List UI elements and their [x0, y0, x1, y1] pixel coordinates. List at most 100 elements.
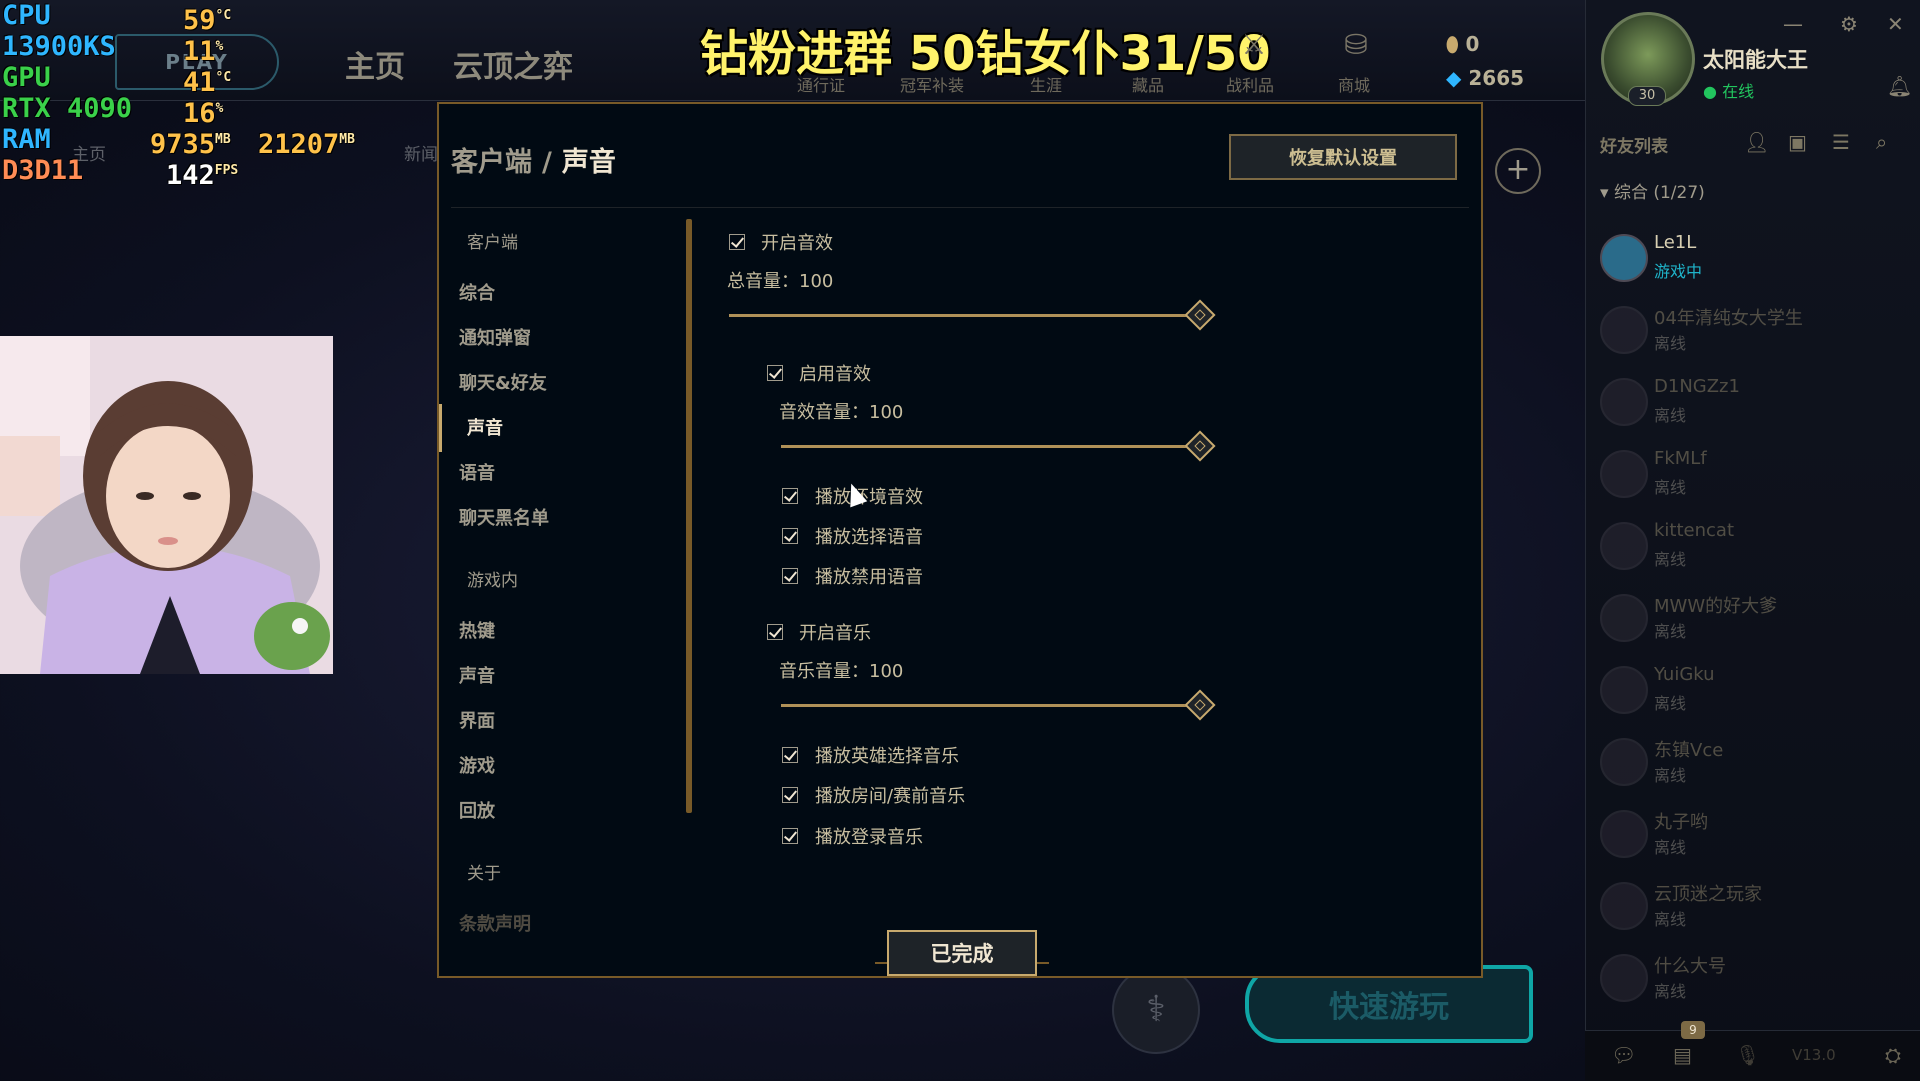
party-icon[interactable]: ⚕ [1112, 966, 1200, 1054]
hud-gpu-label: GPU [2, 62, 51, 93]
sfx-volume-slider[interactable] [781, 445, 1189, 448]
rp-balance: ⬮ 0 [1446, 32, 1480, 56]
friends-list-title: 好友列表 [1600, 137, 1668, 157]
summoner-name: 太阳能大王 [1703, 48, 1808, 72]
restore-defaults-button[interactable]: 恢复默认设置 [1229, 134, 1457, 180]
help-icon[interactable]: ⛭ [1885, 1043, 1901, 1067]
friend-name: D1NGZz1 [1654, 376, 1740, 397]
tab-collection[interactable]: 藏品 [1132, 72, 1164, 96]
nav-item-voice[interactable]: 语音 [459, 459, 495, 485]
tab-loot[interactable]: 战利品 [1226, 72, 1274, 96]
friend-status: 离线 [1654, 622, 1687, 641]
enable-music-label: 开启音乐 [799, 623, 871, 644]
ambient-sfx-checkbox[interactable] [782, 488, 798, 504]
ambient-sfx-label: 播放环境音效 [815, 487, 923, 508]
ban-voice-checkbox[interactable] [782, 568, 798, 584]
friend-avatar [1600, 378, 1648, 426]
nav-item-general[interactable]: 综合 [459, 279, 495, 305]
login-music-label: 播放登录音乐 [815, 827, 923, 848]
nav-section-client: 客户端 [467, 233, 518, 253]
friend-avatar [1600, 594, 1648, 642]
master-volume-thumb[interactable] [1184, 299, 1216, 331]
nav-item-interface[interactable]: 界面 [459, 707, 495, 733]
tab-champion-upgrade[interactable]: 冠军补装 [900, 72, 964, 96]
add-friend-icon[interactable]: 👤︎ [1744, 130, 1769, 154]
music-volume-thumb[interactable] [1184, 689, 1216, 721]
online-status[interactable]: ● 在线 [1703, 78, 1754, 102]
music-volume-slider[interactable] [781, 704, 1189, 707]
sfx-volume-thumb[interactable] [1184, 430, 1216, 462]
subnav-news[interactable]: 新闻 [404, 140, 438, 165]
enable-sfx-checkbox[interactable] [767, 365, 783, 381]
enable-sound-checkbox[interactable] [729, 234, 745, 250]
login-music-checkbox[interactable] [782, 828, 798, 844]
friend-avatar [1600, 882, 1648, 930]
list-view-icon[interactable]: ☰ [1832, 130, 1850, 154]
nav-item-block-list[interactable]: 聊天黑名单 [459, 504, 549, 530]
nav-item-replays[interactable]: 回放 [459, 797, 495, 823]
webcam-feed [0, 336, 333, 674]
friend-name: 04年清纯女大学生 [1654, 308, 1803, 329]
breadcrumb-parent[interactable]: 客户端 [451, 147, 532, 178]
friend-status: 离线 [1654, 766, 1687, 785]
breadcrumb: 客户端 / 声音 [451, 140, 616, 179]
nav-item-ingame-sound[interactable]: 声音 [459, 662, 495, 688]
friend-name: YuiGku [1654, 664, 1715, 685]
hud-api-label: D3D11 [2, 155, 84, 186]
friend-item[interactable]: YuiGku 离线 [1586, 652, 1920, 724]
friend-name: 东镇Vce [1654, 740, 1724, 761]
level-badge: 30 [1628, 86, 1666, 106]
nav-section-about: 关于 [467, 864, 501, 884]
search-icon[interactable]: ⌕ [1876, 130, 1887, 154]
friend-name: 什么大号 [1654, 956, 1726, 977]
master-volume-slider[interactable] [729, 314, 1189, 317]
hud-ram-total: 21207MB [258, 129, 355, 160]
nav-item-hotkeys[interactable]: 热键 [459, 617, 495, 643]
add-icon[interactable]: + [1495, 148, 1541, 194]
done-button[interactable]: 已完成 [887, 930, 1037, 976]
hud-gpu-model: RTX 4090 [2, 93, 133, 124]
friend-status: 离线 [1654, 478, 1687, 497]
nav-tft[interactable]: 云顶之弈 [453, 42, 573, 86]
friend-item[interactable]: 04年清纯女大学生 离线 [1586, 292, 1920, 364]
friend-avatar [1600, 234, 1648, 282]
friend-item[interactable]: 什么大号 离线 [1586, 940, 1920, 1012]
gear-icon[interactable]: ⚙ [1840, 12, 1858, 36]
nav-scroll-divider[interactable] [686, 219, 692, 813]
messages-icon[interactable]: ▤ [1673, 1043, 1692, 1067]
nav-item-terms[interactable]: 条款声明 [459, 910, 531, 936]
friend-item[interactable]: 云顶迷之玩家 离线 [1586, 868, 1920, 940]
nav-item-chat-friends[interactable]: 聊天&好友 [459, 369, 547, 395]
friend-name: Le1L [1654, 232, 1697, 253]
add-folder-icon[interactable]: ▣ [1788, 130, 1807, 154]
nav-item-notifications[interactable]: 通知弹窗 [459, 324, 531, 350]
friend-status: 离线 [1654, 694, 1687, 713]
friend-item[interactable]: Le1L 游戏中 [1586, 220, 1920, 292]
minimize-icon[interactable]: — [1783, 12, 1803, 36]
nav-item-sound[interactable]: 声音 [467, 414, 503, 440]
friend-group-header[interactable]: ▾ 综合 (1/27) [1600, 178, 1705, 203]
nav-item-game[interactable]: 游戏 [459, 752, 495, 778]
friend-item[interactable]: 丸子哟 离线 [1586, 796, 1920, 868]
friend-item[interactable]: FkMLf 离线 [1586, 436, 1920, 508]
tab-profile[interactable]: 生涯 [1030, 72, 1062, 96]
notification-bell-icon[interactable]: 🔔︎ [1887, 74, 1912, 98]
tab-store[interactable]: 商城 [1338, 72, 1370, 96]
loot-icon: ⚔ [1241, 28, 1267, 61]
lobby-music-checkbox[interactable] [782, 787, 798, 803]
pick-voice-checkbox[interactable] [782, 528, 798, 544]
voice-icon[interactable]: 🎙︎ [1735, 1043, 1760, 1067]
friend-item[interactable]: MWW的好大爹 离线 [1586, 580, 1920, 652]
nav-home[interactable]: 主页 [345, 42, 405, 86]
client-version: V13.0 [1792, 1046, 1836, 1064]
friend-item[interactable]: 东镇Vce 离线 [1586, 724, 1920, 796]
close-icon[interactable]: ✕ [1887, 12, 1904, 36]
friend-status: 离线 [1654, 838, 1687, 857]
chat-icon[interactable]: 💬︎ [1611, 1043, 1636, 1067]
friend-item[interactable]: D1NGZz1 离线 [1586, 364, 1920, 436]
friend-item[interactable]: kittencat 离线 [1586, 508, 1920, 580]
tab-pass[interactable]: 通行证 [797, 72, 845, 96]
enable-music-checkbox[interactable] [767, 624, 783, 640]
champ-select-music-checkbox[interactable] [782, 747, 798, 763]
settings-modal: 客户端 / 声音 恢复默认设置 客户端 综合 通知弹窗 聊天&好友 声音 语音 聊天… [437, 102, 1483, 978]
